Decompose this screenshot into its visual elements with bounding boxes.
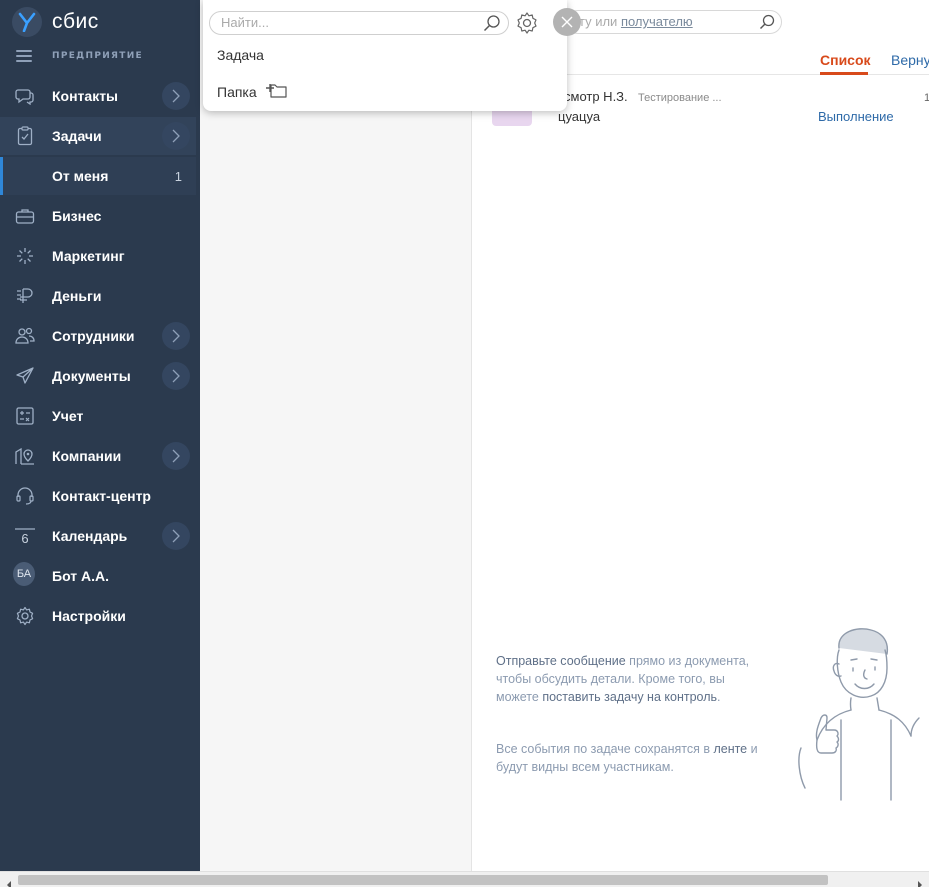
logo[interactable]: сбис <box>12 7 99 37</box>
headset-icon <box>14 486 36 506</box>
logo-icon <box>12 7 42 37</box>
chevron-right-icon[interactable] <box>162 522 190 550</box>
nav-item-label: Календарь <box>52 528 128 544</box>
hint-text: Все события по задаче сохранятся в <box>496 742 714 756</box>
task-author: смотр Н.З. <box>564 89 628 104</box>
hint-text: . <box>717 690 721 704</box>
nav-item-companies[interactable]: Компании <box>0 437 196 475</box>
nav-item-label: Задачи <box>52 128 102 144</box>
mascot-illustration <box>795 620 929 806</box>
close-icon <box>561 13 573 32</box>
marketing-icon <box>14 246 36 266</box>
nav-item-label: От меня <box>52 168 109 184</box>
tab-list[interactable]: Список <box>820 52 871 68</box>
nav-item-contact-center[interactable]: Контакт-центр <box>0 477 196 515</box>
nav-item-label: Контакт-центр <box>52 488 151 504</box>
scroll-right-icon[interactable] <box>915 875 925 887</box>
task-number: 1 <box>924 92 929 104</box>
nav-item-money[interactable]: Деньги <box>0 277 196 315</box>
empty-hint-events: Все события по задаче сохранятся в ленте… <box>496 740 766 776</box>
task-tag: Тестирование ... <box>638 92 722 104</box>
tab-active-underline <box>820 72 868 75</box>
nav-item-label: Бизнес <box>52 208 102 224</box>
nav-item-from-me[interactable]: От меня 1 <box>0 157 196 195</box>
create-popup: Найти... Задача Папка <box>203 0 567 111</box>
nav-item-documents[interactable]: Документы <box>0 357 196 395</box>
search-recipient-link[interactable]: получателю <box>621 14 693 29</box>
search-icon[interactable] <box>759 14 775 37</box>
nav-item-employees[interactable]: Сотрудники <box>0 317 196 355</box>
create-folder-item[interactable]: Папка <box>217 81 289 102</box>
task-status[interactable]: Выполнение <box>818 109 894 124</box>
nav-item-business[interactable]: Бизнес <box>0 197 196 235</box>
gear-icon[interactable] <box>515 11 539 35</box>
chevron-right-icon[interactable] <box>162 82 190 110</box>
calendar-day: 6 <box>21 531 28 546</box>
task-text[interactable]: цуацуа <box>558 109 600 124</box>
avatar-initials: БА <box>13 562 35 586</box>
nav-item-count: 1 <box>174 168 182 184</box>
chevron-right-icon[interactable] <box>162 362 190 390</box>
people-icon <box>14 326 36 346</box>
active-marker <box>0 157 3 195</box>
calculator-icon <box>14 406 36 426</box>
menu-icon[interactable] <box>16 50 32 62</box>
nav-item-label: Сотрудники <box>52 328 135 344</box>
briefcase-icon <box>14 206 36 226</box>
list-pane <box>200 0 471 871</box>
tab-returned[interactable]: Верну <box>891 52 929 68</box>
nav-item-marketing[interactable]: Маркетинг <box>0 237 196 275</box>
chevron-right-icon[interactable] <box>162 122 190 150</box>
horizontal-scrollbar[interactable] <box>0 871 929 887</box>
nav-item-calendar[interactable]: 6 Календарь <box>0 517 196 555</box>
nav-item-label: Маркетинг <box>52 248 125 264</box>
nav-item-label: Учет <box>52 408 84 424</box>
search-placeholder: ту или <box>579 14 621 29</box>
scrollbar-thumb[interactable] <box>18 875 828 885</box>
chat-icon <box>14 86 36 106</box>
hint-strong: поставить задачу на контроль <box>542 690 718 704</box>
search-input[interactable]: ту или получателю <box>566 10 782 34</box>
create-task-item[interactable]: Задача <box>217 47 264 63</box>
empty-hint-message: Отправьте сообщение прямо из документа, … <box>496 652 766 706</box>
money-icon <box>14 286 36 306</box>
search-icon[interactable] <box>483 14 501 39</box>
hint-strong: ленте <box>713 742 748 756</box>
folder-add-icon <box>265 81 289 102</box>
logo-text: сбис <box>52 10 99 33</box>
org-switcher[interactable]: ПРЕДПРИЯТИЕ <box>16 50 143 62</box>
popup-search-input[interactable]: Найти... <box>209 11 509 35</box>
scroll-left-icon[interactable] <box>4 875 14 887</box>
nav-item-label: Документы <box>52 368 131 384</box>
nav-item-user[interactable]: БА Бот А.А. <box>0 557 196 595</box>
companies-icon <box>14 446 36 466</box>
sidebar: сбис ПРЕДПРИЯТИЕ Контакты Задачи От меня… <box>0 0 200 871</box>
nav-item-label: Контакты <box>52 88 119 104</box>
chevron-right-icon[interactable] <box>162 322 190 350</box>
gear-icon <box>14 606 36 626</box>
avatar: БА <box>13 562 35 586</box>
chevron-right-icon[interactable] <box>162 442 190 470</box>
org-label: ПРЕДПРИЯТИЕ <box>52 51 144 61</box>
nav-item-label: Компании <box>52 448 122 464</box>
nav-item-accounting[interactable]: Учет <box>0 397 196 435</box>
nav-item-tasks[interactable]: Задачи <box>0 117 196 155</box>
nav-item-label: Настройки <box>52 608 126 624</box>
nav-item-label: Бот А.А. <box>52 568 110 584</box>
nav-item-label: Деньги <box>52 288 102 304</box>
nav-item-contacts[interactable]: Контакты <box>0 77 196 115</box>
nav-item-settings[interactable]: Настройки <box>0 597 196 635</box>
tasks-icon <box>14 126 36 146</box>
hint-strong: Отправьте сообщение <box>496 654 626 668</box>
create-folder-label: Папка <box>217 83 257 100</box>
close-button[interactable] <box>553 8 581 36</box>
calendar-icon: 6 <box>14 526 36 546</box>
popup-search-placeholder: Найти... <box>221 15 269 30</box>
paper-plane-icon <box>14 366 36 386</box>
